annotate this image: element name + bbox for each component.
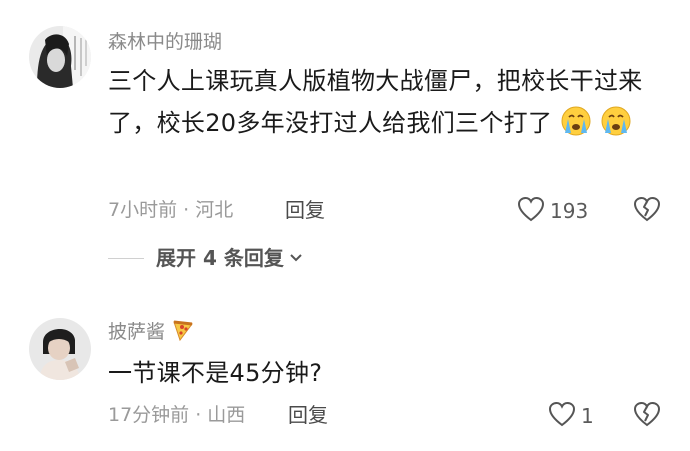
avatar[interactable] <box>29 318 91 380</box>
expand-replies-label: 展开 4 条回复 <box>156 246 284 270</box>
comment-item: 森林中的珊瑚 三个人上课玩真人版植物大战僵尸，把校长干过来了，校长20多年没打过… <box>0 0 690 290</box>
comment-time-location: 7小时前 · 河北 <box>108 199 234 221</box>
comment-text-container: 三个人上课玩真人版植物大战僵尸，把校长干过来了，校长20多年没打过人给我们三个打… <box>108 60 668 150</box>
broken-heart-icon <box>633 401 661 431</box>
heart-icon <box>548 401 576 431</box>
crying-face-emoji <box>600 105 632 150</box>
expand-replies-button[interactable]: 展开 4 条回复 <box>108 246 303 270</box>
comment-text: 一节课不是45分钟? <box>108 359 323 387</box>
divider <box>108 257 144 259</box>
avatar-image <box>29 26 91 88</box>
username[interactable]: 森林中的珊瑚 <box>108 30 222 54</box>
chevron-down-icon <box>289 253 303 263</box>
avatar[interactable] <box>29 26 91 88</box>
like-count: 1 <box>581 404 594 428</box>
username-container: 披萨酱 <box>108 318 195 348</box>
avatar-image <box>29 318 91 380</box>
heart-icon <box>517 196 545 226</box>
dislike-button[interactable] <box>633 401 661 431</box>
reply-button[interactable]: 回复 <box>285 198 325 222</box>
reply-button[interactable]: 回复 <box>288 403 328 427</box>
broken-heart-icon <box>633 196 661 226</box>
like-button[interactable]: 193 <box>517 196 588 226</box>
like-button[interactable]: 1 <box>548 401 594 431</box>
comment-time-location: 17分钟前 · 山西 <box>108 404 246 426</box>
crying-face-emoji <box>560 105 592 150</box>
username[interactable]: 披萨酱 <box>108 321 165 343</box>
comment-item: 披萨酱 一节课不是45分钟? 17分钟前 · 山西 回复 1 <box>0 290 690 451</box>
pizza-emoji <box>171 318 195 348</box>
like-count: 193 <box>550 199 589 223</box>
dislike-button[interactable] <box>633 196 661 226</box>
